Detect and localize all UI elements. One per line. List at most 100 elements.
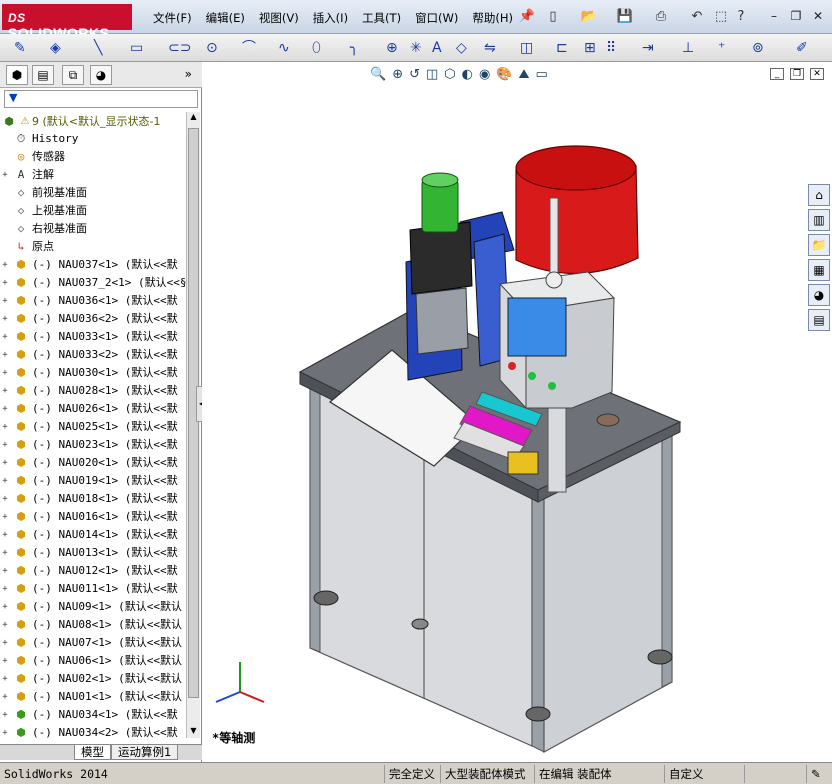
- expand-toggle-icon[interactable]: +: [0, 544, 10, 562]
- select-icon[interactable]: ⬚: [712, 9, 730, 25]
- tree-root[interactable]: ⬢ ⚠ 9 (默认<默认_显示状态-1: [0, 112, 186, 130]
- save-icon[interactable]: 💾: [616, 9, 634, 25]
- tree-item[interactable]: ⏱ History: [0, 130, 188, 148]
- instant2d-icon[interactable]: ✐: [796, 39, 808, 57]
- help-icon[interactable]: ?: [732, 9, 750, 25]
- expand-toggle-icon[interactable]: +: [0, 634, 10, 652]
- expand-toggle-icon[interactable]: +: [0, 472, 10, 490]
- expand-toggle-icon[interactable]: +: [0, 454, 10, 472]
- expand-toggle-icon[interactable]: +: [0, 688, 10, 706]
- menu-insert[interactable]: 插入(I): [306, 10, 355, 26]
- assembly-model[interactable]: [202, 62, 832, 762]
- rectangle-icon[interactable]: ▭: [130, 39, 143, 57]
- expand-toggle-icon[interactable]: +: [0, 670, 10, 688]
- arc-icon[interactable]: ⌒: [242, 39, 256, 57]
- tab-motion-study[interactable]: 运动算例1: [111, 745, 179, 760]
- menu-file[interactable]: 文件(F): [146, 10, 199, 26]
- tree-item[interactable]: + ⬢ (-) NAU08<1> (默认<<默认: [0, 616, 188, 634]
- tree-item[interactable]: + ⬢ (-) NAU013<1> (默认<<默: [0, 544, 188, 562]
- scroll-down-icon[interactable]: ▼: [188, 726, 199, 738]
- menu-help[interactable]: 帮助(H): [465, 10, 520, 26]
- trim-icon[interactable]: ⊏: [556, 39, 568, 57]
- filter-dropdown[interactable]: ▼: [4, 90, 198, 108]
- tab-model[interactable]: 模型: [74, 745, 111, 760]
- tree-item[interactable]: + ⬢ (-) NAU01<1> (默认<<默认: [0, 688, 188, 706]
- mirror-icon[interactable]: ⇋: [484, 39, 496, 57]
- slot-icon[interactable]: ⊂⊃: [168, 39, 191, 57]
- view-palette-icon[interactable]: ▦: [808, 259, 830, 281]
- expand-toggle-icon[interactable]: +: [0, 382, 10, 400]
- expand-toggle-icon[interactable]: +: [0, 706, 10, 724]
- expand-toggle-icon[interactable]: +: [0, 274, 10, 292]
- offset-icon[interactable]: ◫: [520, 39, 533, 57]
- tree-item[interactable]: + ⬢ (-) NAU016<1> (默认<<默: [0, 508, 188, 526]
- tree-item[interactable]: + ⬢ (-) NAU034<1> (默认<<默: [0, 706, 188, 724]
- tree-item[interactable]: + ⬢ (-) NAU02<1> (默认<<默认: [0, 670, 188, 688]
- status-units[interactable]: 自定义: [664, 765, 704, 783]
- expand-toggle-icon[interactable]: +: [0, 562, 10, 580]
- undo-icon[interactable]: ↶: [688, 9, 706, 25]
- tree-scrollbar[interactable]: ▲ ▼: [186, 112, 200, 738]
- tree-item[interactable]: ↳ 原点: [0, 238, 188, 256]
- solidworks-logo[interactable]: DS SOLIDWORKS: [2, 4, 132, 41]
- expand-toggle-icon[interactable]: +: [0, 256, 10, 274]
- tree-item[interactable]: + ⬢ (-) NAU014<1> (默认<<默: [0, 526, 188, 544]
- tree-item[interactable]: + ⬢ (-) NAU036<2> (默认<<默: [0, 310, 188, 328]
- tree-item[interactable]: ◇ 前视基准面: [0, 184, 188, 202]
- expand-toggle-icon[interactable]: +: [0, 526, 10, 544]
- tree-item[interactable]: + ⬢ (-) NAU023<1> (默认<<默: [0, 436, 188, 454]
- tree-item[interactable]: + ⬢ (-) NAU036<1> (默认<<默: [0, 292, 188, 310]
- spline-icon[interactable]: ∿: [278, 39, 290, 57]
- expand-toggle-icon[interactable]: +: [0, 652, 10, 670]
- close-icon[interactable]: ✕: [808, 8, 828, 24]
- graphics-viewport[interactable]: 🔍 ⊕ ↺ ◫ ⬡ ◐ ◉ 🎨 ⛰ ▭ _ ❐ ✕ ⌂ ▥ 📁 ▦ ◕ ▤: [202, 62, 832, 762]
- tree-item[interactable]: + ⬢ (-) NAU033<2> (默认<<默: [0, 346, 188, 364]
- tree-item[interactable]: ◎ 传感器: [0, 148, 188, 166]
- expand-toggle-icon[interactable]: +: [0, 346, 10, 364]
- menu-view[interactable]: 视图(V): [252, 10, 306, 26]
- move-icon[interactable]: ⇥: [642, 39, 654, 57]
- tree-item[interactable]: + ⬢ (-) NAU026<1> (默认<<默: [0, 400, 188, 418]
- tree-item[interactable]: + ⬢ (-) NAU037<1> (默认<<默: [0, 256, 188, 274]
- rapid-sketch-icon[interactable]: ⊚: [752, 39, 764, 57]
- tree-item[interactable]: + ⬢ (-) NAU030<1> (默认<<默: [0, 364, 188, 382]
- convert-icon[interactable]: ⊞: [584, 39, 596, 57]
- expand-toggle-icon[interactable]: +: [0, 292, 10, 310]
- minimize-icon[interactable]: –: [764, 8, 784, 24]
- tree-item[interactable]: + ⬢ (-) NAU07<1> (默认<<默认: [0, 634, 188, 652]
- tree-item[interactable]: + A 注解: [0, 166, 188, 184]
- tree-item[interactable]: ◇ 右视基准面: [0, 220, 188, 238]
- tooltip-icon[interactable]: ✎: [806, 765, 821, 783]
- restore-icon[interactable]: ❐: [786, 8, 806, 24]
- tree-item[interactable]: + ⬢ (-) NAU09<1> (默认<<默认: [0, 598, 188, 616]
- relations-icon[interactable]: ⊥: [682, 39, 694, 57]
- open-file-icon[interactable]: 📂: [580, 9, 598, 25]
- home-icon[interactable]: ⌂: [808, 184, 830, 206]
- new-file-icon[interactable]: ▯: [544, 9, 562, 25]
- tree-item[interactable]: + ⬢ (-) NAU034<2> (默认<<默: [0, 724, 188, 738]
- text-icon[interactable]: A: [432, 39, 442, 57]
- expand-toggle-icon[interactable]: +: [0, 580, 10, 598]
- tree-item[interactable]: + ⬢ (-) NAU018<1> (默认<<默: [0, 490, 188, 508]
- print-icon[interactable]: ⎙: [652, 9, 670, 25]
- centerline-icon[interactable]: ✳: [410, 39, 422, 57]
- appearances-icon[interactable]: ◕: [808, 284, 830, 306]
- expand-toggle-icon[interactable]: +: [0, 328, 10, 346]
- fillet-icon[interactable]: ╮: [350, 39, 358, 57]
- tree-item[interactable]: + ⬢ (-) NAU019<1> (默认<<默: [0, 472, 188, 490]
- menu-tools[interactable]: 工具(T): [355, 10, 408, 26]
- expand-pane-icon[interactable]: »: [185, 67, 192, 81]
- expand-toggle-icon[interactable]: +: [0, 598, 10, 616]
- tree-item[interactable]: + ⬢ (-) NAU028<1> (默认<<默: [0, 382, 188, 400]
- expand-toggle-icon[interactable]: +: [0, 436, 10, 454]
- tree-item[interactable]: ◇ 上视基准面: [0, 202, 188, 220]
- expand-toggle-icon[interactable]: +: [0, 418, 10, 436]
- expand-toggle-icon[interactable]: +: [0, 490, 10, 508]
- expand-toggle-icon[interactable]: +: [0, 364, 10, 382]
- sketch-icon[interactable]: ✎: [14, 39, 26, 57]
- menu-edit[interactable]: 编辑(E): [199, 10, 252, 26]
- pattern-icon[interactable]: ⠿: [606, 39, 616, 57]
- smart-dimension-icon[interactable]: ◈: [50, 39, 61, 57]
- file-explorer-icon[interactable]: 📁: [808, 234, 830, 256]
- plane-icon[interactable]: ◇: [456, 39, 467, 57]
